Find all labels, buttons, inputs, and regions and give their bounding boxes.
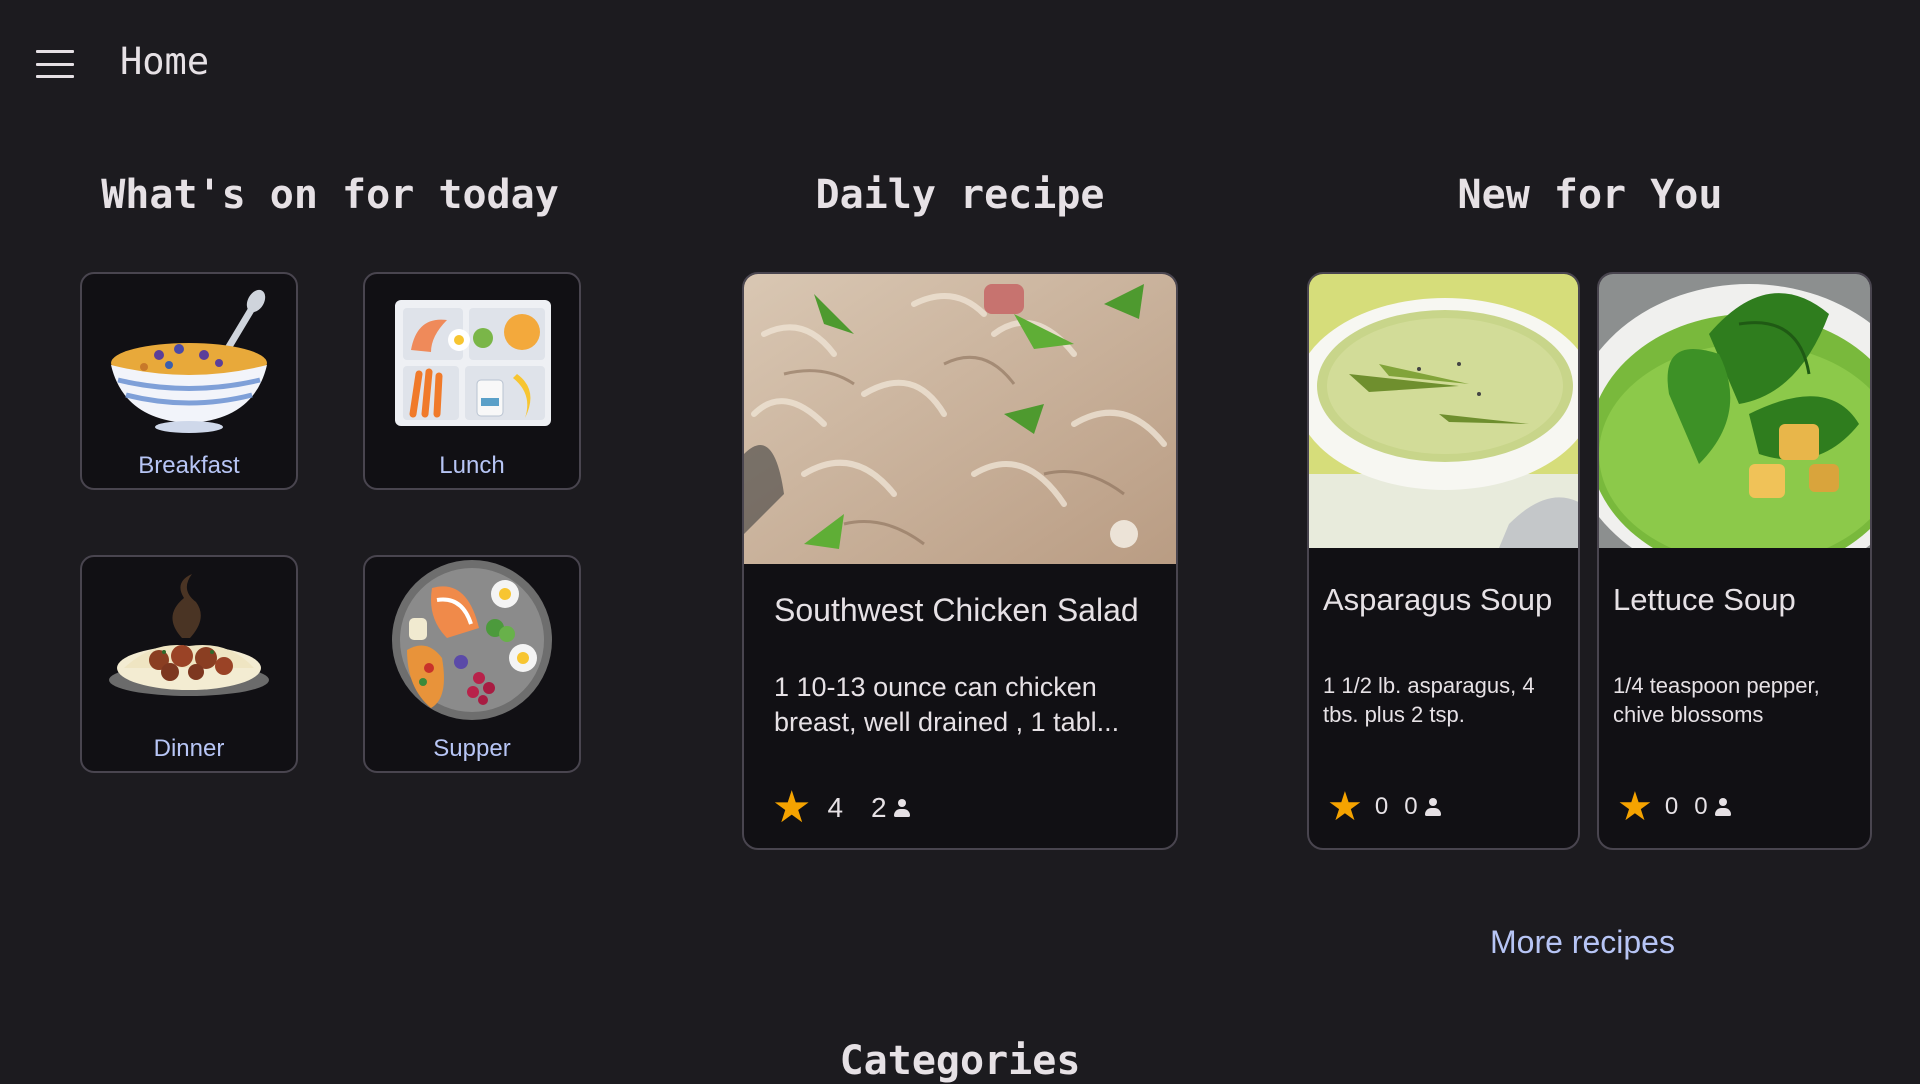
- recipe-card-asparagus-soup[interactable]: Asparagus Soup 1 1/2 lb. asparagus, 4 tb…: [1307, 272, 1580, 850]
- recipe-photo: [744, 274, 1176, 564]
- recipe-meta: ★ 0 0: [1327, 784, 1442, 830]
- recipe-meta: ★ 4 2: [772, 782, 911, 833]
- meal-label: Lunch: [439, 452, 505, 479]
- section-title-daily: Daily recipe: [815, 172, 1105, 218]
- lunch-tray-icon: [365, 280, 579, 440]
- person-icon: [1714, 797, 1732, 817]
- top-app-bar: Home: [0, 0, 1920, 128]
- section-title-categories: Categories: [839, 1038, 1081, 1084]
- meal-tile-dinner[interactable]: Dinner: [80, 555, 298, 773]
- recipe-meta: ★ 0 0: [1617, 784, 1732, 830]
- pasta-plate-icon: [82, 563, 296, 723]
- recipe-photo: [1599, 274, 1870, 584]
- star-icon: ★: [1617, 785, 1653, 829]
- page-title: Home: [120, 40, 210, 83]
- section-title-new: New for You: [1457, 172, 1723, 218]
- meal-tile-lunch[interactable]: Lunch: [363, 272, 581, 490]
- star-icon: ★: [772, 783, 812, 832]
- meal-label: Supper: [433, 735, 511, 762]
- person-icon: [1424, 797, 1442, 817]
- recipe-photo: [1309, 274, 1578, 548]
- food-platter-icon: [365, 560, 579, 723]
- meal-label: Dinner: [153, 735, 225, 762]
- rating-value: 4: [827, 791, 844, 823]
- recipe-name: Lettuce Soup: [1613, 582, 1796, 617]
- more-recipes-link[interactable]: More recipes: [1490, 924, 1675, 961]
- recipe-description: 1 10-13 ounce can chicken breast, well d…: [774, 672, 1120, 738]
- star-icon: ★: [1327, 785, 1363, 829]
- meal-tile-supper[interactable]: Supper: [363, 555, 581, 773]
- rating-value: 0: [1664, 793, 1679, 820]
- people-count: 0: [1694, 793, 1708, 820]
- meal-tile-breakfast[interactable]: Breakfast: [80, 272, 298, 490]
- person-icon: [893, 798, 911, 818]
- recipe-card-lettuce-soup[interactable]: Lettuce Soup 1/4 teaspoon pepper, chive …: [1597, 272, 1872, 850]
- recipe-name: Asparagus Soup: [1323, 582, 1553, 617]
- recipe-name: Southwest Chicken Salad: [774, 592, 1139, 628]
- section-title-today: What's on for today: [101, 172, 559, 218]
- cereal-bowl-icon: [82, 280, 296, 440]
- hamburger-menu-icon[interactable]: [36, 50, 76, 78]
- people-count: 2: [871, 791, 887, 823]
- recipe-description: 1 1/2 lb. asparagus, 4 tbs. plus 2 tsp.: [1323, 673, 1535, 727]
- rating-value: 0: [1374, 793, 1389, 820]
- meal-label: Breakfast: [138, 452, 240, 479]
- recipe-description: 1/4 teaspoon pepper, chive blossoms: [1613, 673, 1820, 727]
- daily-recipe-card[interactable]: Southwest Chicken Salad 1 10-13 ounce ca…: [742, 272, 1178, 850]
- people-count: 0: [1404, 793, 1418, 820]
